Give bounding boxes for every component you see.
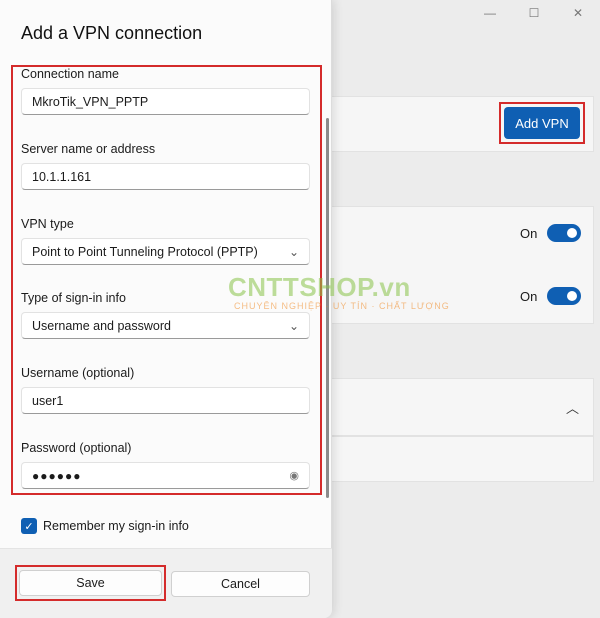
add-vpn-dialog: Add a VPN connection Connection name Ser…: [0, 0, 332, 618]
password-field[interactable]: ●●●●●● ◉: [21, 462, 310, 489]
password-label: Password (optional): [21, 441, 132, 455]
server-field[interactable]: [21, 163, 310, 190]
connection-name-input[interactable]: [32, 94, 272, 109]
expandable-card-content: [330, 436, 594, 482]
chevron-down-icon: ⌄: [288, 318, 299, 333]
signin-type-dropdown[interactable]: Username and password ⌄: [21, 312, 310, 339]
username-field[interactable]: [21, 387, 310, 414]
minimize-icon[interactable]: —: [468, 4, 512, 22]
server-label: Server name or address: [21, 142, 156, 156]
save-button[interactable]: Save: [19, 570, 162, 596]
toggle-2-label: On: [520, 288, 538, 304]
close-icon[interactable]: ✕: [556, 4, 600, 22]
signin-type-value: Username and password: [32, 318, 171, 333]
server-input[interactable]: [32, 169, 272, 184]
vpn-type-label: VPN type: [21, 217, 74, 231]
form-highlight-frame: [11, 65, 322, 495]
add-vpn-button[interactable]: Add VPN: [504, 107, 580, 139]
toggle-1-label: On: [520, 225, 538, 241]
checkbox-checked-icon[interactable]: ✓: [21, 518, 37, 534]
save-highlight: Save: [15, 565, 166, 601]
vpn-type-dropdown[interactable]: Point to Point Tunneling Protocol (PPTP)…: [21, 238, 310, 265]
add-vpn-highlight: Add VPN: [499, 102, 585, 144]
maximize-icon[interactable]: ☐: [512, 4, 556, 22]
password-input[interactable]: ●●●●●●: [32, 469, 82, 483]
toggle-switch-1[interactable]: [547, 224, 582, 242]
username-label: Username (optional): [21, 366, 135, 380]
connection-name-label: Connection name: [21, 67, 119, 81]
cancel-button[interactable]: Cancel: [171, 571, 310, 597]
eye-icon[interactable]: ◉: [289, 469, 299, 482]
vpn-type-value: Point to Point Tunneling Protocol (PPTP): [32, 244, 258, 259]
toggle-row-2: On: [520, 287, 582, 305]
remember-signin-row[interactable]: ✓ Remember my sign-in info: [21, 518, 189, 534]
expandable-card: [330, 378, 594, 436]
dialog-title: Add a VPN connection: [21, 23, 203, 43]
chevron-down-icon: ⌄: [288, 244, 299, 259]
connection-name-field[interactable]: [21, 88, 310, 115]
remember-signin-label: Remember my sign-in info: [43, 519, 189, 533]
toggle-row-1: On: [520, 224, 582, 242]
toggle-switch-2[interactable]: [547, 287, 582, 305]
signin-type-label: Type of sign-in info: [21, 291, 126, 305]
window-controls: — ☐ ✕: [468, 4, 600, 22]
scrollbar[interactable]: [326, 118, 329, 498]
username-input[interactable]: [32, 393, 272, 408]
chevron-up-icon[interactable]: ︿: [566, 398, 579, 417]
